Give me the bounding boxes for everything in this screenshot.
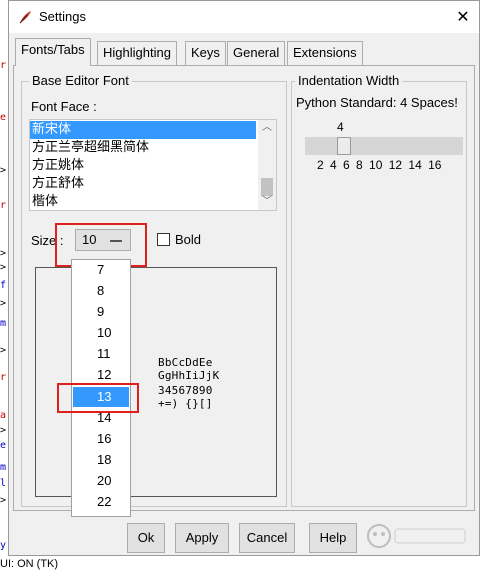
bold-checkbox[interactable] <box>157 233 170 246</box>
size-option[interactable]: 18 <box>73 450 129 470</box>
bg-char: m <box>0 462 7 473</box>
bg-char: f <box>0 280 7 291</box>
bg-char: m <box>0 318 7 329</box>
bg-char: r <box>0 200 7 211</box>
bg-char: l <box>0 478 7 489</box>
bg-char: e <box>0 440 7 451</box>
scroll-up-icon[interactable]: ︿ <box>258 120 276 136</box>
sample-line: BbCcDdEe <box>158 356 213 369</box>
bg-char: > <box>0 495 7 506</box>
tab-label: Extensions <box>293 45 357 60</box>
indent-slider-value: 4 <box>337 120 344 134</box>
size-option[interactable]: 22 <box>73 492 129 512</box>
scroll-down-icon[interactable]: ﹀ <box>258 194 276 210</box>
feather-icon <box>19 11 31 24</box>
tab-label: Fonts/Tabs <box>21 42 85 57</box>
indent-slider[interactable] <box>305 137 463 155</box>
size-option[interactable]: 7 <box>73 260 129 280</box>
help-button[interactable]: Help <box>309 523 357 553</box>
apply-button[interactable]: Apply <box>175 523 229 553</box>
bold-label: Bold <box>175 232 202 247</box>
annotation-box-13 <box>57 383 139 413</box>
size-option[interactable]: 16 <box>73 429 129 449</box>
indent-slider-ticks: 2 4 6 8 10 12 14 16 <box>317 158 442 172</box>
indentation-group-title: Indentation Width <box>295 73 403 88</box>
bg-char: > <box>0 345 7 356</box>
tab-label: General <box>233 45 280 60</box>
tab-general[interactable]: General <box>227 41 286 65</box>
size-option[interactable]: 12 <box>73 365 129 385</box>
list-item[interactable]: 方正舒体 <box>30 175 256 193</box>
bg-char: > <box>0 165 7 176</box>
tab-extensions[interactable]: Extensions <box>287 41 363 65</box>
font-list-scrollbar[interactable]: ︿ ﹀ <box>258 120 276 210</box>
bg-char: r <box>0 60 7 71</box>
watermark-icon <box>367 524 466 548</box>
tab-highlighting[interactable]: Highlighting <box>97 41 177 65</box>
base-font-group-title: Base Editor Font <box>29 73 132 88</box>
background-status-text: UI: ON (TK) <box>0 558 59 570</box>
bg-char: a <box>0 410 7 421</box>
bg-char: > <box>0 425 7 436</box>
font-face-label: Font Face : <box>31 99 97 114</box>
sample-line: +=) {}[] <box>158 397 213 410</box>
size-option[interactable]: 10 <box>73 323 129 343</box>
tab-label: Keys <box>191 45 220 60</box>
sample-line: GgHhIiJjK <box>158 369 220 382</box>
bg-char: y <box>0 540 7 551</box>
bg-char: > <box>0 248 7 259</box>
size-option[interactable]: 8 <box>73 281 129 301</box>
settings-window: Settings ✕ Fonts/Tabs Highlighting Keys … <box>8 0 480 556</box>
list-item[interactable]: 方正姚体 <box>30 157 256 175</box>
close-button[interactable]: ✕ <box>449 5 477 29</box>
size-option[interactable]: 20 <box>73 471 129 491</box>
window-title: Settings <box>39 9 86 24</box>
indent-slider-thumb[interactable] <box>337 137 351 155</box>
tab-fonts-tabs[interactable]: Fonts/Tabs <box>15 38 91 66</box>
title-bar: Settings ✕ <box>9 1 479 33</box>
sample-line: 34567890 <box>158 384 213 397</box>
bg-char: > <box>0 262 7 273</box>
close-icon: ✕ <box>456 9 470 26</box>
size-option[interactable]: 9 <box>73 302 129 322</box>
python-standard-label: Python Standard: 4 Spaces! <box>296 95 458 110</box>
tab-label: Highlighting <box>103 45 171 60</box>
bg-char: r <box>0 372 7 383</box>
bg-char: e <box>0 112 7 123</box>
tab-keys[interactable]: Keys <box>185 41 226 65</box>
list-item[interactable]: 楷体 <box>30 193 256 210</box>
font-face-list[interactable]: 新宋体 方正兰亭超细黑简体 方正姚体 方正舒体 楷体 ︿ ﹀ <box>29 119 277 211</box>
list-item[interactable]: 新宋体 <box>30 121 256 139</box>
bg-char: > <box>0 298 7 309</box>
ok-button[interactable]: Ok <box>127 523 165 553</box>
size-option[interactable]: 11 <box>73 344 129 364</box>
cancel-button[interactable]: Cancel <box>239 523 295 553</box>
list-item[interactable]: 方正兰亭超细黑简体 <box>30 139 256 157</box>
